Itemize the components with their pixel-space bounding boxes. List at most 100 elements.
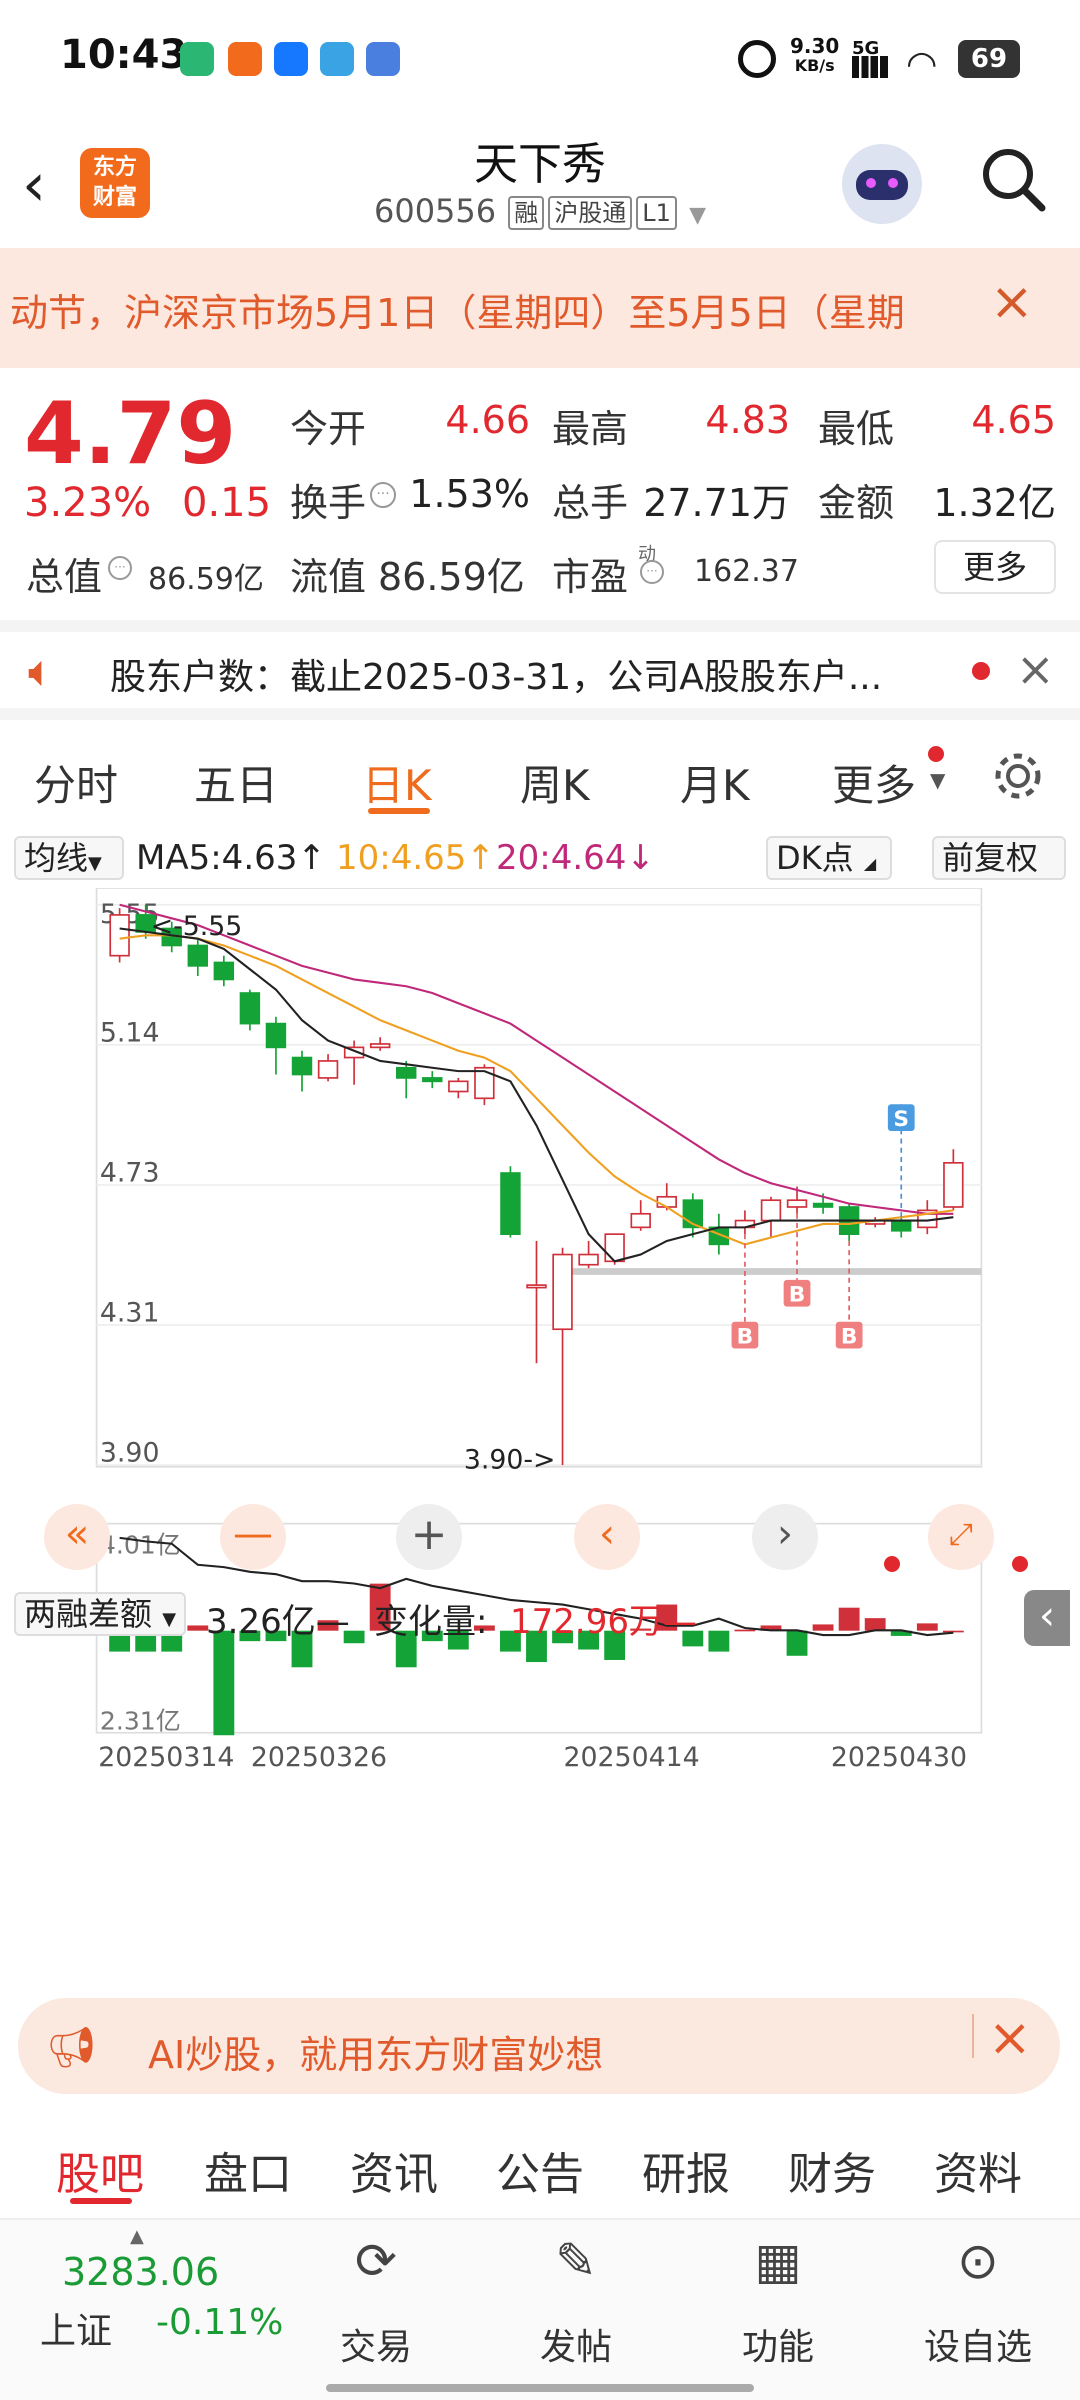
low-value: 4.65	[971, 398, 1056, 442]
tab-daily-k[interactable]: 日K	[362, 752, 432, 813]
tag-connect: 沪股通	[548, 196, 633, 230]
open-value: 4.66	[445, 398, 530, 442]
battery-icon: 69	[958, 40, 1020, 78]
sub-indicator-label: 两融差额	[24, 1595, 153, 1633]
settings-gear-icon[interactable]	[990, 748, 1046, 804]
scroll-left-button[interactable]: ‹	[574, 1504, 640, 1570]
candle-body	[656, 1195, 677, 1208]
indicator-select-label: 均线	[24, 839, 89, 877]
ma20-label: 20:4.64↓	[496, 838, 655, 878]
edit-post-icon[interactable]: ✎	[496, 2232, 656, 2290]
tag-margin: 融	[508, 196, 545, 230]
close-notice-icon[interactable]: ×	[990, 272, 1034, 332]
adjust-mode-button[interactable]: 前复权	[932, 836, 1066, 880]
divider	[972, 2014, 974, 2058]
close-promo-icon[interactable]: ×	[988, 2008, 1032, 2068]
exchange-yen-icon[interactable]: ⟳	[296, 2232, 456, 2290]
buy-signal-label: B	[789, 1283, 806, 1308]
holiday-notice-text[interactable]: 动节，沪深京市场5月1日（星期四）至5月5日（星期	[10, 282, 970, 337]
zoom-in-button[interactable]: +	[396, 1504, 462, 1570]
turnover-value: 1.53%	[409, 472, 530, 516]
home-indicator	[326, 2384, 754, 2392]
candle-body	[213, 961, 235, 981]
tab-five-day[interactable]: 五日	[194, 752, 278, 813]
grid-icon[interactable]: ▦	[698, 2232, 858, 2290]
tab-intraday[interactable]: 分时	[34, 752, 118, 813]
candle-body	[396, 1066, 417, 1079]
candle-body	[187, 944, 209, 967]
nav-trade[interactable]: 交易	[296, 2318, 456, 2370]
candle-body	[239, 992, 261, 1025]
ftab-news[interactable]: 资讯	[350, 2138, 438, 2202]
dk-point-button[interactable]: DK点 ◢	[766, 836, 892, 880]
margin-diff-bar	[916, 1623, 938, 1631]
candle-body	[448, 1080, 469, 1093]
candle-body	[317, 1060, 339, 1079]
kline-chart[interactable]: 5.555.144.734.313.90<-5.553.90->BBBS4.01…	[10, 888, 1068, 1808]
clock: 10:43	[60, 32, 188, 78]
buy-signal-label: B	[841, 1324, 858, 1349]
sub-indicator-select[interactable]: 两融差额 ▼	[14, 1592, 187, 1636]
fullscreen-button[interactable]: ⤢	[928, 1504, 994, 1570]
ai-promo-text[interactable]: AI炒股，就用东方财富妙想	[148, 2024, 603, 2079]
ftab-pankou[interactable]: 盘口	[204, 2138, 292, 2202]
index-name[interactable]: 上证	[40, 2302, 112, 2354]
holder-news-text[interactable]: 股东户数：截止2025-03-31，公司A股股东户...	[110, 648, 882, 700]
ftab-profile[interactable]: 资料	[934, 2138, 1022, 2202]
close-holder-icon[interactable]: ×	[1016, 642, 1055, 696]
indicator-select[interactable]: 均线▼	[14, 836, 124, 880]
float-value: 86.59亿	[378, 555, 525, 599]
collapse-panel-button[interactable]: ‹	[1024, 1590, 1070, 1646]
candle-body	[630, 1212, 651, 1229]
date-label: 20250314	[98, 1742, 234, 1773]
caret-up-icon: ▲	[130, 2226, 144, 2247]
stock-code: 600556	[373, 192, 497, 230]
speaker-icon: 🔈︎	[28, 646, 55, 697]
alipay-icon	[274, 42, 308, 76]
open-label: 今开	[290, 407, 367, 451]
nav-add-watchlist[interactable]: 设自选	[898, 2318, 1058, 2370]
tab-weekly-k[interactable]: 周K	[520, 752, 590, 813]
volume-label: 总手	[552, 481, 629, 525]
app-icon-4	[320, 42, 354, 76]
margin-diff-bar	[838, 1607, 860, 1631]
more-quote-button[interactable]: 更多	[934, 540, 1056, 594]
nav-function[interactable]: 功能	[698, 2318, 858, 2370]
candle-body	[265, 1022, 287, 1049]
high-value: 4.83	[705, 398, 790, 442]
ai-robot-avatar[interactable]	[842, 144, 922, 224]
candle-body	[369, 1043, 391, 1049]
scroll-start-button[interactable]: «	[44, 1504, 110, 1570]
info-icon[interactable]: ···	[370, 482, 396, 508]
index-value[interactable]: 3283.06	[62, 2250, 219, 2294]
signal-icon	[852, 56, 888, 78]
unread-dot	[972, 662, 990, 680]
scroll-right-button[interactable]: ›	[752, 1504, 818, 1570]
zoom-out-button[interactable]: —	[220, 1504, 286, 1570]
ftab-research[interactable]: 研报	[642, 2138, 730, 2202]
ftab-announcement[interactable]: 公告	[496, 2138, 584, 2202]
ftab-finance[interactable]: 财务	[788, 2138, 876, 2202]
price-tick-label: 4.73	[100, 1158, 160, 1189]
info-icon-2[interactable]: ···	[108, 556, 132, 580]
tab-more[interactable]: 更多	[832, 752, 916, 813]
candle-body	[786, 1199, 808, 1208]
alarm-icon	[738, 40, 776, 78]
info-icon-3[interactable]: ···	[640, 560, 664, 584]
high-label: 最高	[552, 407, 629, 451]
margin-diff-bar	[708, 1630, 730, 1652]
ftab-guba[interactable]: 股吧	[56, 2138, 144, 2202]
nav-post[interactable]: 发帖	[496, 2318, 656, 2370]
index-change[interactable]: -0.11%	[156, 2302, 283, 2343]
corner-icon: ◢	[863, 854, 877, 873]
date-label: 20250326	[251, 1742, 387, 1773]
search-icon[interactable]	[978, 144, 1048, 214]
change-amount: 0.15	[182, 480, 272, 526]
date-label: 20250414	[564, 1742, 700, 1773]
tab-monthly-k[interactable]: 月K	[680, 752, 750, 813]
more-dots-icon[interactable]: ⊙	[898, 2232, 1058, 2290]
app-icon-5	[366, 42, 400, 76]
total-value: 86.59亿	[148, 562, 264, 597]
margin-diff-bar	[864, 1618, 886, 1631]
candle-body	[760, 1199, 782, 1222]
